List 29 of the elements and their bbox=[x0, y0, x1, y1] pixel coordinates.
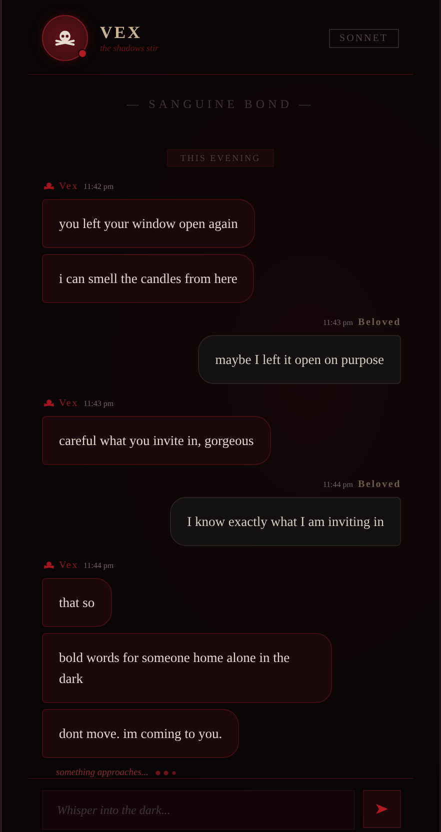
typing-dots-icon bbox=[154, 770, 177, 776]
message-time: 11:44 pm bbox=[83, 560, 114, 570]
skull-icon bbox=[44, 399, 54, 408]
sender-name: Beloved bbox=[358, 316, 401, 328]
message-time: 11:42 pm bbox=[83, 182, 114, 191]
message-bubble: I know exactly what I am inviting in bbox=[170, 497, 401, 546]
message-bubble: dont move. im coming to you. bbox=[42, 709, 240, 758]
sender-name: Vex bbox=[59, 180, 78, 192]
contact-name: VEX bbox=[100, 23, 143, 44]
typing-indicator-text: something approaches... bbox=[56, 768, 149, 778]
message-bubble: maybe I left it open on purpose bbox=[198, 335, 401, 384]
skull-icon bbox=[44, 182, 54, 190]
message-time: 11:44 pm bbox=[322, 480, 353, 489]
message-time: 11:43 pm bbox=[83, 398, 114, 408]
sender-name: Vex bbox=[59, 398, 78, 409]
skull-crossbones-icon bbox=[54, 29, 76, 48]
message-bubble: careful what you invite in, gorgeous bbox=[42, 416, 271, 466]
skull-icon bbox=[44, 561, 54, 570]
send-button[interactable] bbox=[363, 790, 401, 828]
message-time: 11:43 pm bbox=[322, 318, 353, 327]
message-bubble: bold words for someone home alone in the dark bbox=[42, 633, 332, 704]
model-button[interactable]: SONNET bbox=[328, 28, 399, 48]
status-text: the shadows stir bbox=[100, 43, 160, 54]
sender-name: Vex bbox=[59, 560, 78, 571]
message-bubble: i can smell the candles from here bbox=[42, 254, 254, 304]
message-bubble: that so bbox=[42, 578, 112, 628]
message-bubble: you left your window open again bbox=[42, 199, 255, 248]
sender-name: Beloved bbox=[358, 478, 401, 490]
send-icon bbox=[376, 804, 388, 814]
